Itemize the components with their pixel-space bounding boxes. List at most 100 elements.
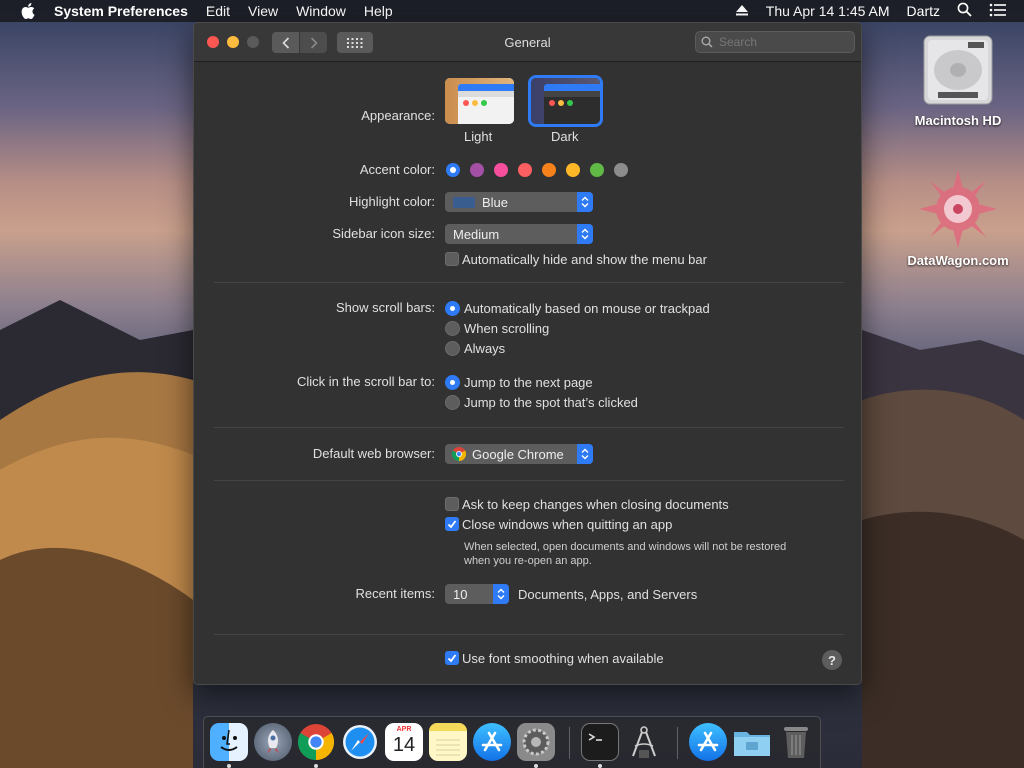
desktop-icon-macintosh-hd[interactable]: Macintosh HD (903, 30, 1013, 128)
checkmark-icon (447, 520, 457, 529)
close-windows-label: Close windows when quitting an app (462, 517, 673, 532)
close-windows-note-line: When selected, open documents and window… (464, 541, 787, 553)
updown-arrows-icon (577, 224, 593, 244)
app-store-icon[interactable] (473, 723, 511, 761)
dock: APR 14 (203, 716, 821, 768)
accent-swatch[interactable] (518, 163, 532, 177)
launchpad-icon[interactable] (254, 723, 292, 761)
notification-center-icon[interactable] (989, 3, 1007, 20)
highlight-swatch (453, 196, 475, 208)
running-indicator (534, 764, 538, 768)
updown-arrows-icon (493, 584, 509, 604)
desktop-icon-datawagon[interactable]: DataWagon.com (903, 168, 1013, 268)
recent-items-popup[interactable]: 10 (445, 584, 509, 604)
accent-swatch[interactable] (542, 163, 556, 177)
dock-separator (569, 727, 570, 759)
recent-items-value: 10 (453, 586, 468, 602)
ask-keep-changes-checkbox[interactable] (445, 497, 459, 511)
recent-items-label: Recent items: (355, 586, 435, 601)
appearance-light-option[interactable] (445, 78, 514, 124)
datawagon-logo-icon (919, 170, 997, 248)
accent-swatch[interactable] (470, 163, 484, 177)
checkmark-icon (447, 654, 457, 663)
recent-items-suffix: Documents, Apps, and Servers (518, 587, 698, 602)
default-browser-value: Google Chrome (472, 446, 564, 462)
desktop-icon-label: Macintosh HD (914, 113, 1002, 128)
sidebar-icon-size-label: Sidebar icon size: (332, 226, 435, 241)
updown-arrows-icon (577, 444, 593, 464)
calendar-icon[interactable]: APR 14 (385, 723, 423, 761)
folder-icon[interactable] (733, 723, 771, 761)
appearance-dark-label: Dark (551, 129, 579, 144)
highlight-color-label: Highlight color: (349, 194, 435, 209)
menu-edit[interactable]: Edit (206, 3, 230, 19)
font-smoothing-label: Use font smoothing when available (462, 651, 664, 666)
separator (214, 282, 844, 283)
chrome-icon (452, 447, 466, 461)
chrome-icon[interactable] (297, 723, 335, 761)
close-windows-note-line: when you re-open an app. (464, 555, 592, 567)
calendar-day: 14 (392, 734, 416, 756)
calendar-month: APR (396, 726, 412, 733)
jump-to-spot-label: Jump to the spot that’s clicked (464, 395, 638, 410)
accent-color-label: Accent color: (359, 162, 435, 177)
jump-next-page-radio[interactable] (445, 375, 460, 390)
apple-menu-icon[interactable] (17, 0, 39, 22)
menubar-user[interactable]: Dartz (907, 3, 940, 19)
menu-bar: System Preferences Edit View Window Help… (0, 0, 1024, 22)
accent-swatch[interactable] (566, 163, 580, 177)
desktop-icon-label: DataWagon.com (907, 253, 1009, 268)
accent-selected-dot (450, 167, 456, 173)
menu-help[interactable]: Help (364, 3, 393, 19)
search-field[interactable] (695, 31, 855, 53)
system-preferences-icon[interactable] (517, 723, 555, 761)
sidebar-icon-size-popup[interactable]: Medium (445, 224, 593, 244)
font-smoothing-checkbox[interactable] (445, 651, 459, 665)
default-browser-popup[interactable]: Google Chrome (445, 444, 593, 464)
jump-to-spot-radio[interactable] (445, 395, 460, 410)
accent-swatch[interactable] (446, 163, 460, 177)
scroll-bars-when-scrolling-label: When scrolling (464, 321, 550, 336)
menu-window[interactable]: Window (296, 3, 346, 19)
menu-bar-autohide-label: Automatically hide and show the menu bar (462, 252, 707, 267)
highlight-color-value: Blue (482, 194, 509, 210)
menu-bar-autohide-checkbox[interactable] (445, 252, 459, 266)
menu-app-name[interactable]: System Preferences (54, 3, 188, 19)
accent-swatch[interactable] (614, 163, 628, 177)
appearance-dark-option[interactable] (531, 78, 600, 124)
scroll-bars-always-label: Always (464, 341, 506, 356)
eject-icon[interactable] (735, 3, 749, 19)
show-scroll-bars-label: Show scroll bars: (336, 300, 435, 315)
separator (214, 634, 844, 635)
accent-swatch[interactable] (494, 163, 508, 177)
help-button[interactable]: ? (822, 650, 842, 670)
script-editor-icon[interactable] (625, 723, 663, 761)
terminal-icon[interactable] (581, 723, 619, 761)
highlight-color-popup[interactable]: Blue (445, 192, 593, 212)
default-browser-label: Default web browser: (312, 446, 435, 461)
accent-swatch[interactable] (590, 163, 604, 177)
scroll-bars-always-radio[interactable] (445, 341, 460, 356)
menubar-clock[interactable]: Thu Apr 14 1:45 AM (766, 3, 890, 19)
sidebar-icon-size-value: Medium (453, 226, 500, 242)
updown-arrows-icon (577, 192, 593, 212)
finder-icon[interactable] (210, 723, 248, 761)
appearance-light-label: Light (464, 129, 493, 144)
search-icon (701, 36, 713, 48)
scroll-bars-auto-radio[interactable] (445, 301, 460, 316)
menu-view[interactable]: View (248, 3, 278, 19)
hard-drive-icon (923, 35, 993, 105)
dock-separator (677, 727, 678, 759)
close-windows-checkbox[interactable] (445, 517, 459, 531)
notes-icon[interactable] (429, 723, 467, 761)
downloads-icon[interactable] (689, 723, 727, 761)
running-indicator (598, 764, 602, 768)
scroll-bars-when-scrolling-radio[interactable] (445, 321, 460, 336)
system-preferences-window: General Appearance: Light Dark Accent co… (193, 22, 862, 685)
trash-icon[interactable] (777, 723, 815, 761)
spotlight-search-icon[interactable] (957, 2, 972, 20)
click-scroll-bar-label: Click in the scroll bar to: (297, 374, 435, 389)
running-indicator (227, 764, 231, 768)
safari-icon[interactable] (341, 723, 379, 761)
search-input[interactable] (719, 35, 839, 49)
